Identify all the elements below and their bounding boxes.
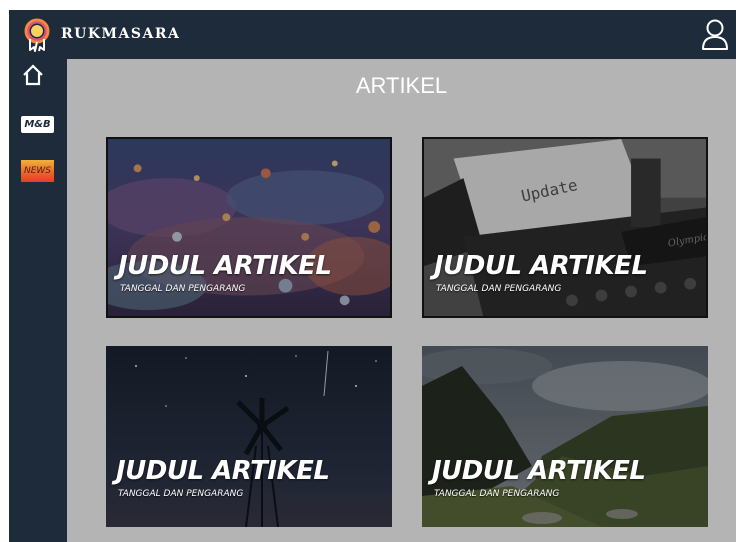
image-overlay: [106, 346, 392, 527]
article-card-2[interactable]: Update Olympia JUDUL ARTIKEL TANGGAL DAN…: [422, 137, 708, 318]
brand-name: RUKMASARA: [61, 26, 181, 42]
app-frame: RUKMASARA M&B NEWS ARTIKEL JUDUL ARTIKEL…: [9, 10, 736, 542]
article-title: JUDUL ARTIKEL: [432, 456, 646, 486]
home-icon[interactable]: [21, 63, 45, 87]
article-card-4[interactable]: JUDUL ARTIKEL TANGGAL DAN PENGARANG: [422, 346, 708, 527]
article-title: JUDUL ARTIKEL: [118, 251, 332, 281]
page-title: ARTIKEL: [355, 73, 448, 98]
image-overlay: [422, 346, 708, 527]
user-icon[interactable]: [700, 18, 730, 50]
sidebar-item-mb[interactable]: M&B: [21, 116, 54, 133]
article-meta: TANGGAL DAN PENGARANG: [434, 489, 560, 499]
main-content: ARTIKEL JUDUL ARTIKEL TANGGAL DAN PENGAR…: [67, 59, 736, 542]
sidebar-item-news[interactable]: NEWS: [21, 160, 54, 182]
top-bar: RUKMASARA: [9, 10, 736, 59]
article-title: JUDUL ARTIKEL: [116, 456, 330, 486]
article-title: JUDUL ARTIKEL: [434, 251, 648, 281]
article-card-1[interactable]: JUDUL ARTIKEL TANGGAL DAN PENGARANG: [106, 137, 392, 318]
article-meta: TANGGAL DAN PENGARANG: [436, 284, 562, 294]
sidebar: M&B NEWS: [9, 59, 67, 542]
article-meta: TANGGAL DAN PENGARANG: [120, 284, 246, 294]
article-meta: TANGGAL DAN PENGARANG: [118, 489, 244, 499]
article-card-3[interactable]: JUDUL ARTIKEL TANGGAL DAN PENGARANG: [106, 346, 392, 527]
ring-logo-icon: [24, 18, 50, 52]
